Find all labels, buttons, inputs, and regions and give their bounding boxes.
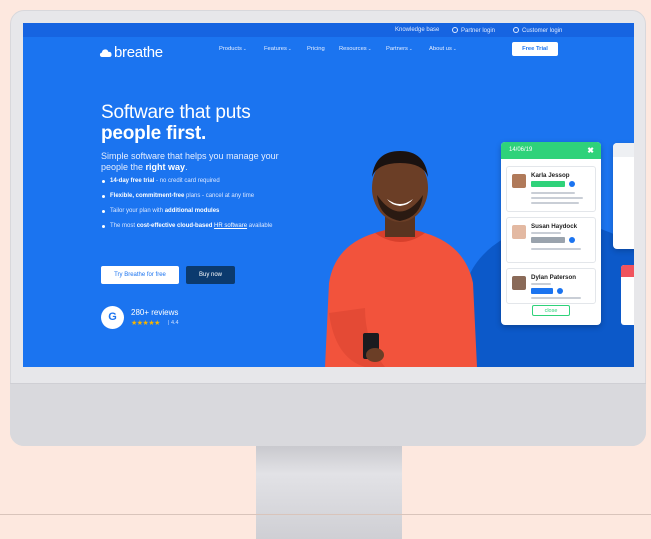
status-badge (531, 288, 553, 294)
customer-login-link[interactable]: Customer login (513, 27, 562, 34)
status-badge (531, 237, 565, 243)
absence-card-header: 14/06/19 ✖ (501, 142, 601, 159)
feature-item: Tailor your plan with additional modules (101, 207, 301, 215)
subtitle-text: Simple software that helps you manage yo… (101, 151, 279, 172)
subtitle-period: . (185, 162, 188, 172)
feature-item: Flexible, commitment-free plans - cancel… (101, 192, 301, 200)
feature-bold: cost-effective cloud-based (136, 223, 213, 229)
utility-bar: Knowledge base Partner login Customer lo… (23, 23, 634, 37)
chevron-down-icon: ⌄ (408, 46, 413, 51)
breathe-logo[interactable]: breathe (99, 44, 163, 61)
user-icon (513, 27, 519, 33)
list-item: Dylan Paterson (506, 268, 596, 304)
star-rating-icon: ★★★★★ (131, 320, 160, 327)
website-screen: Knowledge base Partner login Customer lo… (23, 23, 634, 367)
absence-date: 14/06/19 (509, 147, 533, 153)
tertiary-card (621, 265, 634, 325)
feature-bold: 14-day free trial (110, 178, 155, 184)
text-line (531, 232, 561, 234)
nav-partners[interactable]: Partners⌄ (386, 46, 413, 52)
feature-text: Tailor your plan with (110, 208, 165, 214)
text-line (531, 297, 581, 299)
hr-software-link[interactable]: HR software (214, 223, 247, 229)
avatar (512, 276, 526, 290)
logo-text: breathe (114, 44, 163, 61)
try-breathe-button[interactable]: Try Breathe for free (101, 266, 179, 284)
monitor-stand (256, 446, 402, 539)
list-item: Karla Jessop (506, 166, 596, 212)
secondary-card (613, 143, 634, 249)
list-item: Susan Haydock (506, 217, 596, 263)
close-button[interactable]: close (532, 305, 570, 316)
feature-text: available (247, 223, 273, 229)
secondary-card-header (613, 143, 634, 157)
text-line (531, 192, 575, 194)
partner-login-link[interactable]: Partner login (452, 27, 495, 34)
feature-item: The most cost-effective cloud-based HR s… (101, 222, 301, 230)
status-badge (531, 181, 565, 187)
tertiary-card-header (621, 265, 634, 277)
floor-line (0, 514, 651, 515)
nav-about-us-label: About us (429, 46, 452, 52)
rating-value: | 4.4 (168, 320, 179, 326)
partner-login-label: Partner login (461, 28, 496, 34)
subtitle-bold: right way (145, 162, 186, 172)
feature-text: The most (110, 223, 137, 229)
avatar (512, 174, 526, 188)
customer-login-label: Customer login (522, 28, 563, 34)
info-icon (557, 288, 563, 294)
feature-item: 14-day free trial - no credit card requi… (101, 177, 301, 185)
text-line (531, 248, 581, 250)
nav-resources-label: Resources (339, 46, 367, 52)
feature-bold: Flexible, commitment-free (110, 193, 185, 199)
employee-name: Dylan Paterson (531, 274, 577, 281)
chevron-down-icon: ⌄ (452, 46, 457, 51)
hero-title-line1: Software that puts (101, 102, 251, 123)
nav-features[interactable]: Features⌄ (264, 46, 292, 52)
hero-subtitle: Simple software that helps you manage yo… (101, 151, 301, 173)
feature-text: - no credit card required (154, 178, 220, 184)
buy-now-button[interactable]: Buy now (186, 266, 235, 284)
text-line (531, 202, 579, 204)
nav-resources[interactable]: Resources⌄ (339, 46, 372, 52)
knowledge-base-link[interactable]: Knowledge base (395, 27, 439, 33)
feature-text: plans - cancel at any time (184, 193, 255, 199)
text-line (531, 283, 551, 285)
feature-list: 14-day free trial - no credit card requi… (101, 177, 301, 237)
info-icon (569, 181, 575, 187)
cloud-logo-icon (99, 48, 112, 57)
monitor-chin (10, 383, 646, 446)
close-icon[interactable]: ✖ (587, 142, 594, 159)
avatar (512, 225, 526, 239)
feature-bold: additional modules (164, 208, 220, 214)
nav-pricing[interactable]: Pricing (307, 46, 325, 52)
nav-products-label: Products (219, 46, 242, 52)
reviews-count: 280+ reviews (131, 308, 179, 317)
nav-products[interactable]: Products⌄ (219, 46, 247, 52)
free-trial-button[interactable]: Free Trial (512, 42, 558, 56)
chevron-down-icon: ⌄ (287, 46, 292, 51)
absence-card: 14/06/19 ✖ Karla Jessop Susan Haydock Dy… (501, 142, 601, 325)
g2-reviews-icon[interactable]: G (101, 306, 124, 329)
info-icon (569, 237, 575, 243)
employee-name: Susan Haydock (531, 223, 578, 230)
chevron-down-icon: ⌄ (367, 46, 372, 51)
partner-icon (452, 27, 458, 33)
smiling-man-image (325, 151, 477, 367)
nav-partners-label: Partners (386, 46, 408, 52)
chevron-down-icon: ⌄ (242, 46, 247, 51)
nav-about-us[interactable]: About us⌄ (429, 46, 457, 52)
text-line (531, 197, 583, 199)
hero-title-line2: people first. (101, 123, 207, 144)
nav-features-label: Features (264, 46, 287, 52)
employee-name: Karla Jessop (531, 172, 570, 179)
